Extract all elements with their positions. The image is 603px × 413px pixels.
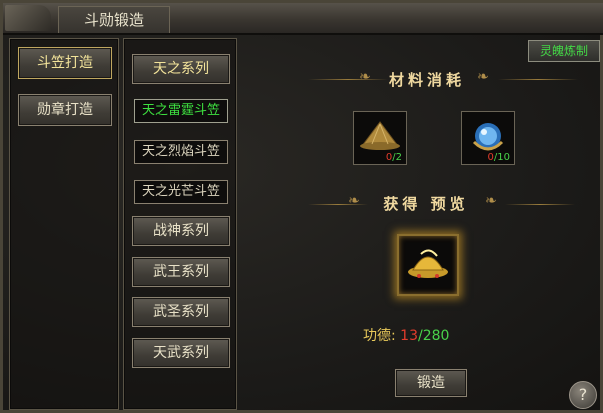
swirl-ornament: ❧ <box>348 193 360 209</box>
forge-window: 斗勋锻造 斗笠打造 勋章打造 天之系列 天之雷霆斗笠 天之烈焰斗笠 天之光芒斗笠… <box>0 0 603 413</box>
golden-hat-icon <box>408 249 448 278</box>
swirl-ornament: ❧ <box>359 69 371 85</box>
material-count: 0/2 <box>385 152 402 163</box>
soul-refine-button[interactable]: 灵魄炼制 <box>528 40 600 62</box>
forge-button[interactable]: 锻造 <box>395 369 467 397</box>
ornament-line <box>308 79 388 80</box>
ornament-line <box>505 204 575 205</box>
tab-hat-forge[interactable]: 斗笠打造 <box>18 47 112 79</box>
series-zhanshen[interactable]: 战神系列 <box>132 216 230 246</box>
preview-slot[interactable] <box>397 234 459 296</box>
series-wusheng[interactable]: 武圣系列 <box>132 297 230 327</box>
window-title: 斗勋锻造 <box>58 6 170 33</box>
help-icon[interactable]: ? <box>569 381 597 409</box>
series-tianwu[interactable]: 天武系列 <box>132 338 230 368</box>
tab-panel: 斗笠打造 勋章打造 <box>9 38 119 410</box>
item-tian-radiance-hat[interactable]: 天之光芒斗笠 <box>134 180 228 204</box>
material-slot-orb[interactable]: 0/10 <box>461 111 515 165</box>
preview-title: 获得 预览 <box>383 195 469 213</box>
merit-required: 280 <box>422 328 450 344</box>
merit-label: 功德: <box>363 328 396 344</box>
series-tian[interactable]: 天之系列 <box>132 54 230 84</box>
item-tian-thunder-hat[interactable]: 天之雷霆斗笠 <box>134 99 228 123</box>
material-slot-hat[interactable]: 0/2 <box>353 111 407 165</box>
corner-ornament <box>5 5 51 31</box>
series-panel: 天之系列 天之雷霆斗笠 天之烈焰斗笠 天之光芒斗笠 战神系列 武王系列 武圣系列… <box>123 38 237 410</box>
tab-medal-forge[interactable]: 勋章打造 <box>18 94 112 126</box>
item-tian-flame-hat[interactable]: 天之烈焰斗笠 <box>134 140 228 164</box>
merit-progress: 功德: 13/280 <box>363 325 449 345</box>
swirl-ornament: ❧ <box>485 193 497 209</box>
series-wuwang[interactable]: 武王系列 <box>132 257 230 287</box>
merit-current: 13 <box>400 328 418 344</box>
title-bar: 斗勋锻造 <box>3 3 603 35</box>
ornament-line <box>498 79 578 80</box>
materials-title: 材料消耗 <box>388 71 465 89</box>
material-count: 0/10 <box>487 152 510 163</box>
swirl-ornament: ❧ <box>477 69 489 85</box>
